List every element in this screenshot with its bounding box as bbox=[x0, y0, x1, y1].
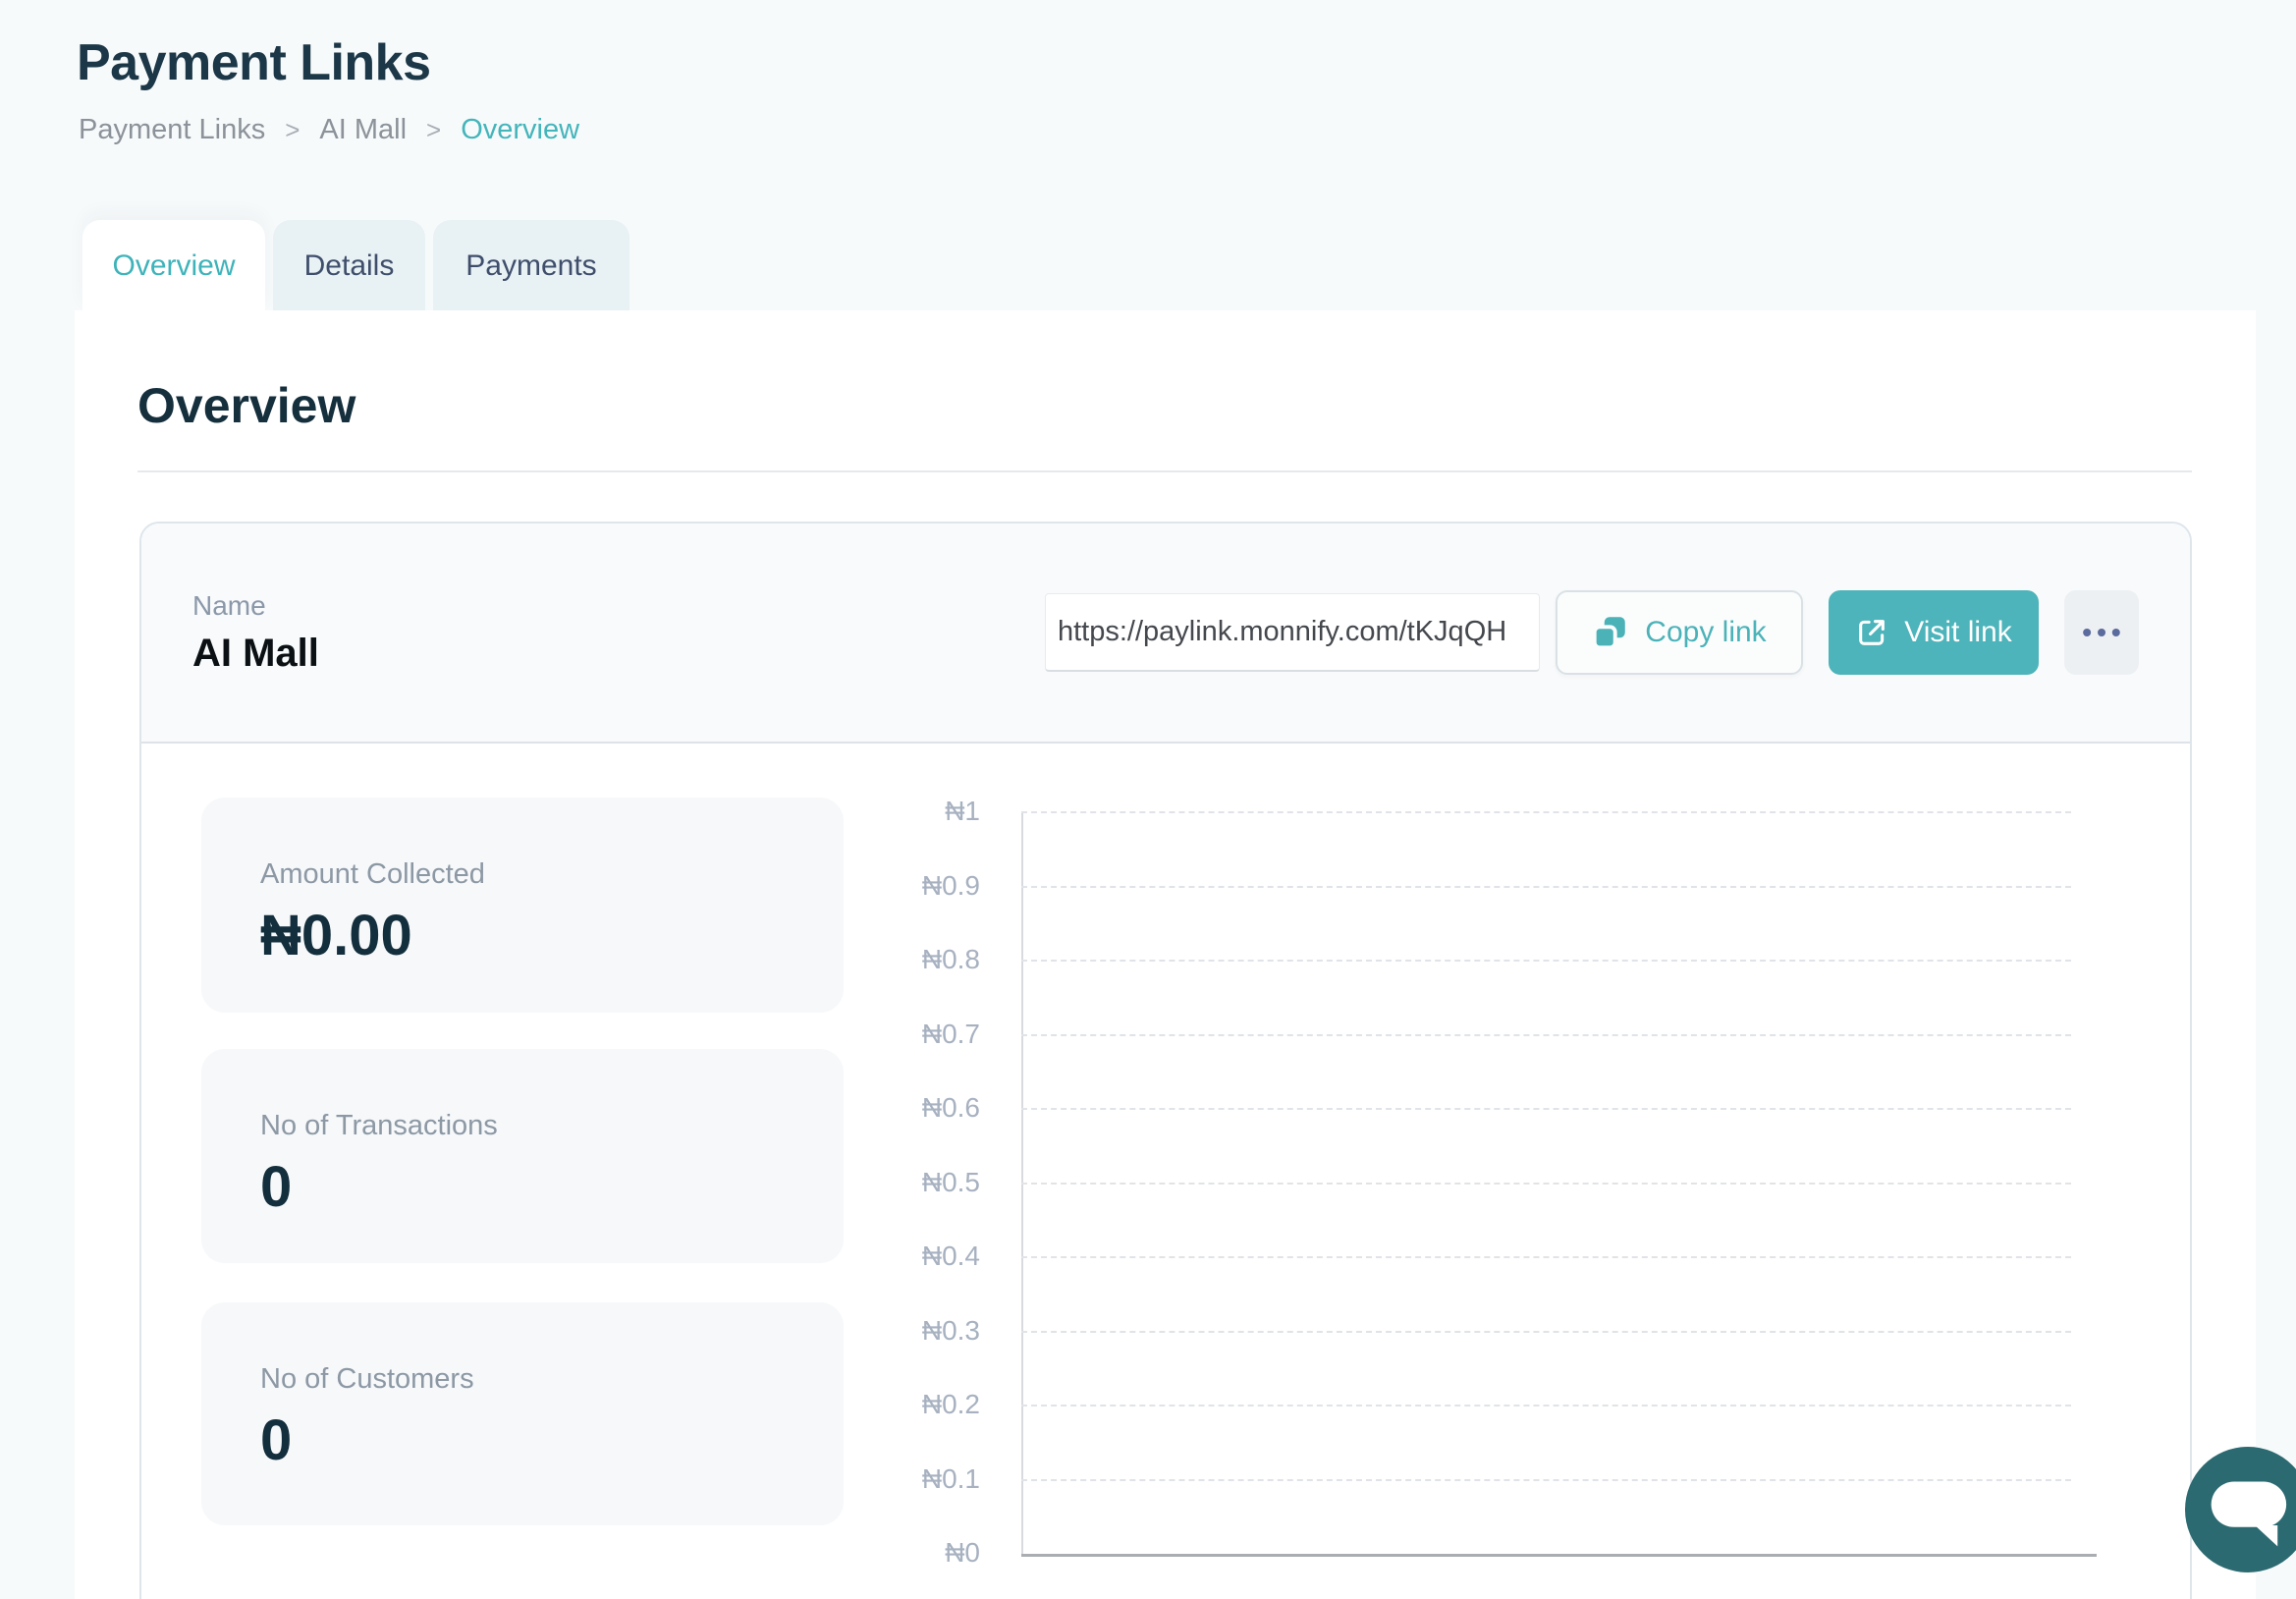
y-tick-label: ₦0.2 bbox=[711, 1389, 980, 1420]
chevron-right-icon: > bbox=[285, 115, 300, 145]
y-tick-label: ₦0.9 bbox=[711, 870, 980, 902]
page-title: Payment Links bbox=[77, 33, 431, 92]
gridline bbox=[1021, 1405, 2071, 1406]
gridline bbox=[1021, 1183, 2071, 1185]
collections-chart: ₦1 ₦0.9 ₦0.8 ₦0.7 ₦0.6 ₦0.5 bbox=[141, 524, 2190, 1599]
breadcrumb-ai-mall[interactable]: AI Mall bbox=[319, 114, 407, 146]
heading-divider bbox=[137, 470, 2192, 472]
y-tick-label: ₦0.4 bbox=[711, 1241, 980, 1272]
chevron-right-icon: > bbox=[426, 115, 441, 145]
tab-payments[interactable]: Payments bbox=[433, 220, 629, 311]
y-tick-label: ₦0 bbox=[711, 1537, 980, 1569]
gridline bbox=[1021, 1256, 2071, 1258]
gridline bbox=[1021, 886, 2071, 888]
chart-x-axis-line bbox=[1021, 1554, 2097, 1557]
gridline bbox=[1021, 1331, 2071, 1333]
chat-widget-button[interactable] bbox=[2185, 1447, 2296, 1572]
payment-links-page: Payment Links Payment Links > AI Mall > … bbox=[0, 0, 2296, 1599]
breadcrumb-overview: Overview bbox=[461, 114, 579, 146]
gridline bbox=[1021, 960, 2071, 962]
y-tick-label: ₦0.3 bbox=[711, 1315, 980, 1347]
tab-details[interactable]: Details bbox=[273, 220, 425, 311]
tab-overview[interactable]: Overview bbox=[82, 220, 265, 311]
y-tick-label: ₦0.8 bbox=[711, 944, 980, 975]
y-tick-label: ₦1 bbox=[711, 796, 980, 827]
y-tick-label: ₦0.1 bbox=[711, 1463, 980, 1495]
gridline bbox=[1021, 1034, 2071, 1036]
payment-link-card: Name AI Mall Copy link bbox=[139, 522, 2192, 1599]
breadcrumb-payment-links[interactable]: Payment Links bbox=[79, 114, 265, 146]
section-heading: Overview bbox=[137, 377, 355, 434]
y-tick-label: ₦0.7 bbox=[711, 1019, 980, 1050]
tab-bar: Overview Details Payments bbox=[82, 220, 629, 311]
gridline bbox=[1021, 1479, 2071, 1481]
gridline bbox=[1021, 1108, 2071, 1110]
chat-bubble-icon bbox=[2185, 1447, 2296, 1572]
y-tick-label: ₦0.5 bbox=[711, 1167, 980, 1198]
y-tick-label: ₦0.6 bbox=[711, 1092, 980, 1124]
breadcrumb: Payment Links > AI Mall > Overview bbox=[79, 114, 579, 146]
gridline bbox=[1021, 811, 2071, 813]
